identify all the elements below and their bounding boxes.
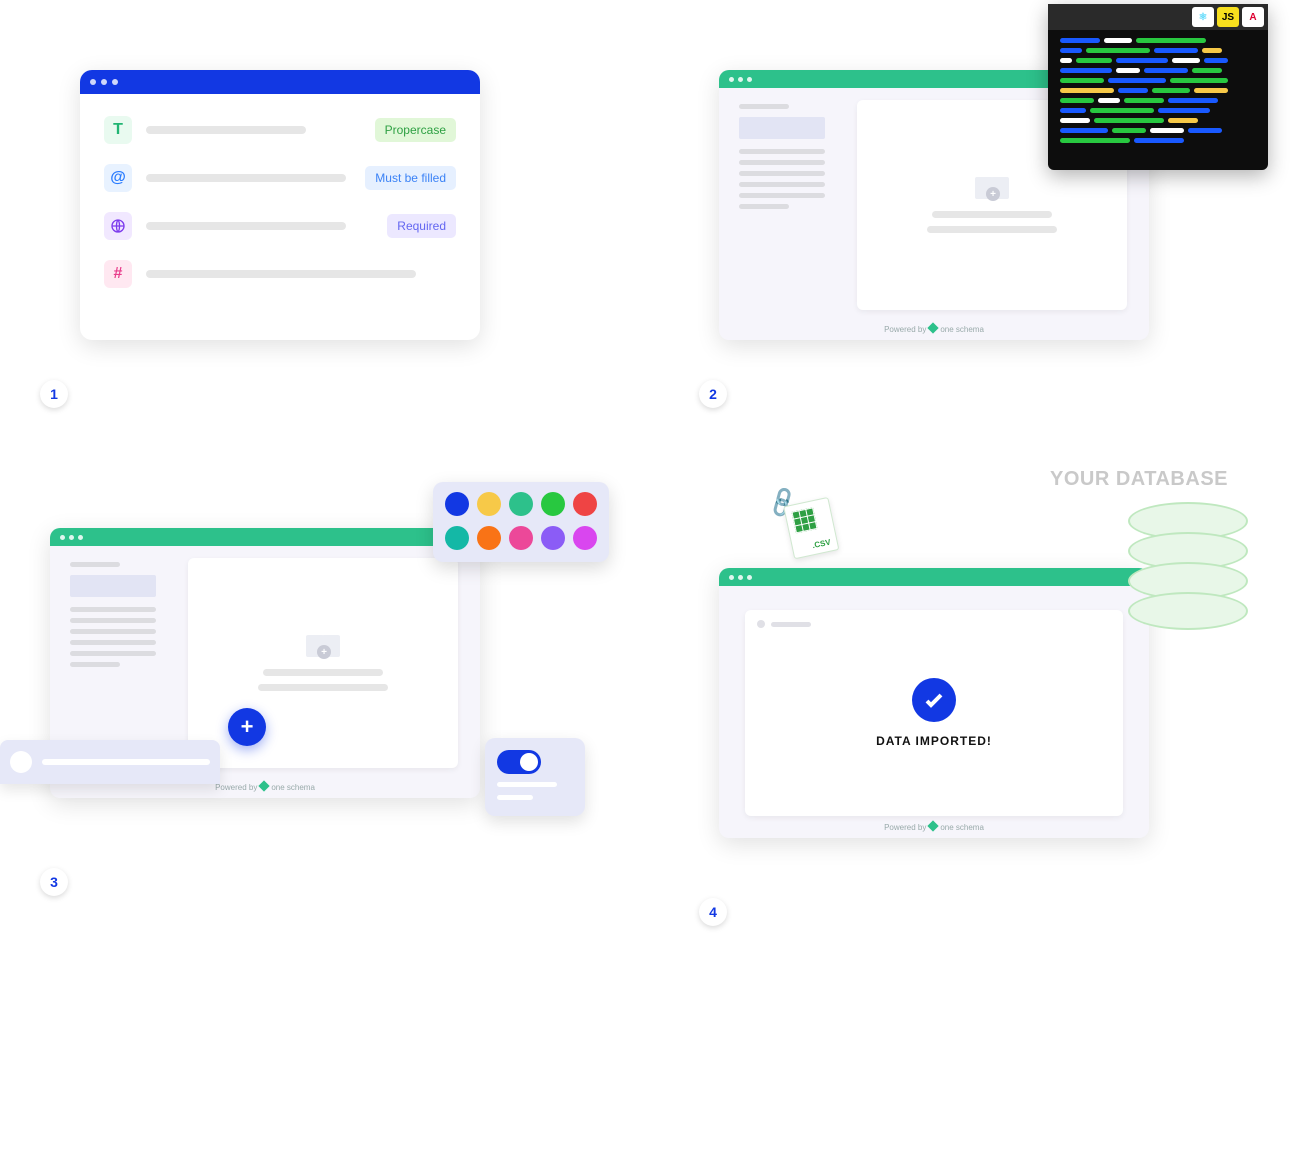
- field-placeholder: [146, 270, 416, 278]
- import-success-panel: DATA IMPORTED!: [745, 610, 1123, 816]
- color-swatch[interactable]: [509, 526, 533, 550]
- window-titlebar: [80, 70, 480, 94]
- field-placeholder: [146, 126, 306, 134]
- validation-pill: Propercase: [375, 118, 456, 142]
- window-titlebar: [719, 568, 1149, 586]
- color-swatch[interactable]: [509, 492, 533, 516]
- code-lines: [1048, 30, 1268, 151]
- code-editor: ⚛ JS A: [1048, 4, 1268, 170]
- import-success-text: DATA IMPORTED!: [876, 734, 992, 748]
- field-row: Required: [104, 212, 456, 240]
- validation-pill: Must be filled: [365, 166, 456, 190]
- plus-icon: +: [317, 645, 331, 659]
- plus-icon: +: [986, 187, 1000, 201]
- file-stack-icon: +: [306, 635, 340, 661]
- field-placeholder: [146, 222, 346, 230]
- text-placeholder: [497, 782, 557, 787]
- validation-pill: Required: [387, 214, 456, 238]
- file-stack-icon: +: [975, 177, 1009, 203]
- react-tab-icon: ⚛: [1192, 7, 1214, 27]
- color-swatch[interactable]: [477, 526, 501, 550]
- toggle-card: [485, 738, 585, 816]
- field-row: @ Must be filled: [104, 164, 456, 192]
- window-titlebar: [50, 528, 480, 546]
- powered-by-label: Powered byone schema: [719, 324, 1149, 334]
- step-number-badge: 4: [699, 898, 727, 926]
- floating-input-card: [0, 740, 220, 784]
- upload-panel: +: [188, 558, 458, 768]
- email-type-icon: @: [104, 164, 132, 192]
- js-tab-icon: JS: [1217, 7, 1239, 27]
- step-2: + Powered byone schema ⚛ JS A: [699, 10, 1258, 408]
- color-swatch[interactable]: [445, 526, 469, 550]
- add-button[interactable]: +: [228, 708, 266, 746]
- step-4: YOUR DATABASE 🔗 .CSV: [699, 468, 1258, 926]
- step-number-badge: 3: [40, 868, 68, 896]
- color-swatch[interactable]: [541, 492, 565, 516]
- step-1: T Propercase @ Must be filled: [40, 10, 599, 408]
- success-check-icon: [912, 678, 956, 722]
- color-swatch[interactable]: [541, 526, 565, 550]
- field-placeholder: [146, 174, 346, 182]
- csv-file-icon: .CSV: [783, 495, 851, 567]
- field-row: #: [104, 260, 456, 288]
- powered-by-label: Powered byone schema: [719, 822, 1149, 832]
- step-3: + Powered byone schema: [40, 468, 599, 926]
- number-type-icon: #: [104, 260, 132, 288]
- text-placeholder: [497, 795, 533, 800]
- database-label: YOUR DATABASE: [1050, 468, 1228, 491]
- step-number-badge: 1: [40, 380, 68, 408]
- panel-header-placeholder: [757, 620, 811, 628]
- color-swatch[interactable]: [573, 492, 597, 516]
- step-number-badge: 2: [699, 380, 727, 408]
- input-placeholder: [42, 759, 210, 765]
- color-swatch[interactable]: [445, 492, 469, 516]
- database-icon: [1128, 502, 1248, 632]
- field-row: T Propercase: [104, 116, 456, 144]
- avatar-placeholder: [10, 751, 32, 773]
- toggle-switch[interactable]: [497, 750, 541, 774]
- text-type-icon: T: [104, 116, 132, 144]
- color-swatch[interactable]: [477, 492, 501, 516]
- sidebar-placeholder: [70, 562, 156, 673]
- sidebar-placeholder: [739, 104, 825, 215]
- angular-tab-icon: A: [1242, 7, 1264, 27]
- url-type-icon: [104, 212, 132, 240]
- color-palette-card: [433, 482, 609, 562]
- color-swatch[interactable]: [573, 526, 597, 550]
- template-window: T Propercase @ Must be filled: [80, 70, 480, 340]
- app-window: DATA IMPORTED! Powered byone schema: [719, 568, 1149, 838]
